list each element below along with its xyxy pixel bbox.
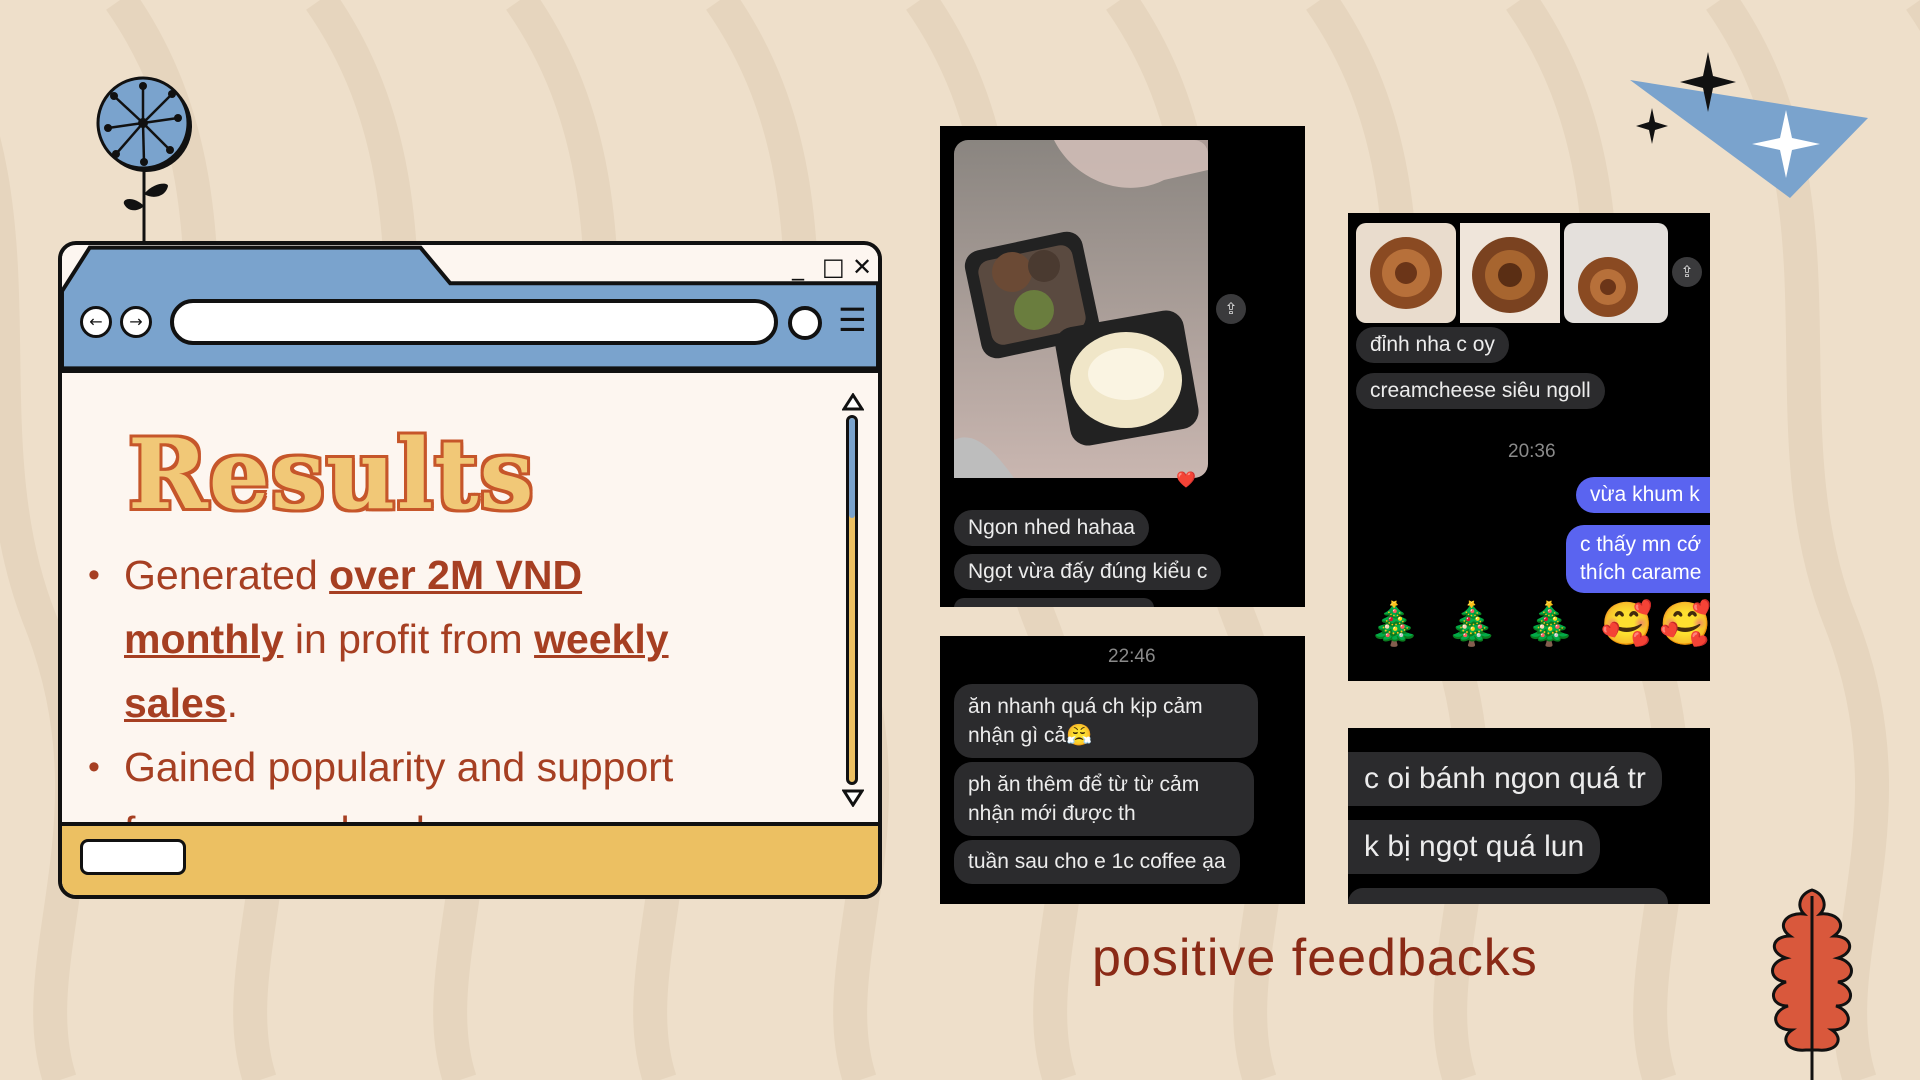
results-list: Generated over 2M VND monthly in profit … bbox=[84, 543, 724, 863]
forward-arrow-icon[interactable]: → bbox=[120, 306, 152, 338]
food-photo bbox=[954, 140, 1208, 478]
scroll-down-icon[interactable] bbox=[842, 789, 864, 807]
address-bar[interactable] bbox=[170, 299, 778, 345]
message-bubble: c oi bánh ngon quá tr bbox=[1348, 752, 1662, 806]
window-content: Results Generated over 2M VND monthly in… bbox=[62, 369, 878, 854]
circle-button[interactable] bbox=[788, 306, 822, 340]
scroll-up-icon[interactable] bbox=[842, 393, 864, 411]
heart-icon: ❤️ bbox=[1176, 470, 1196, 489]
back-arrow-icon[interactable]: ← bbox=[80, 306, 112, 338]
message-bubble: ăn nhanh quá ch kịp cảm nhận gì cả😤 bbox=[954, 684, 1258, 758]
message-bubble-sent: c thấy mn cớ thích carame bbox=[1566, 525, 1710, 593]
browser-window: _ □ ✕ ← → ☰ Results Generated over 2M VN… bbox=[58, 241, 882, 899]
share-icon[interactable]: ⇪ bbox=[1672, 257, 1702, 287]
maximize-icon[interactable]: □ bbox=[822, 253, 845, 281]
message-bubble: Ngon nhed hahaa bbox=[954, 510, 1149, 546]
scrollbar-thumb[interactable] bbox=[849, 418, 855, 518]
message-bubble: Ngọt vừa đấy đúng kiểu c bbox=[954, 554, 1222, 590]
timestamp: 20:36 bbox=[1508, 441, 1556, 462]
message-bubble-cut bbox=[1348, 888, 1668, 904]
menu-icon[interactable]: ☰ bbox=[838, 301, 867, 339]
scrollbar[interactable] bbox=[846, 415, 858, 785]
minimize-icon[interactable]: _ bbox=[792, 253, 804, 281]
flower-icon bbox=[96, 76, 192, 242]
message-bubble-sent: vừa khum k bbox=[1576, 477, 1710, 513]
feedback-caption: positive feedbacks bbox=[1092, 929, 1538, 987]
message-bubble: creamcheese siêu ngoll bbox=[1356, 373, 1605, 409]
message-bubble: ph ăn thêm để từ từ cảm nhận mới được th bbox=[954, 762, 1254, 836]
emoji-reactions: 🎄 🎄 🎄 🥰🥰🥰 bbox=[1368, 599, 1710, 648]
cinnamon-roll-photos bbox=[1356, 223, 1668, 323]
feedback-screenshot-1: ⇪ ❤️ Ngon nhed hahaa Ngọt vừa đấy đúng k… bbox=[940, 126, 1305, 607]
feedback-screenshot-3: 22:46 ăn nhanh quá ch kịp cảm nhận gì cả… bbox=[940, 636, 1305, 904]
feedback-screenshot-2: ⇪ đỉnh nha c oy creamcheese siêu ngoll 2… bbox=[1348, 213, 1710, 681]
results-bullet-profit: Generated over 2M VND monthly in profit … bbox=[84, 543, 724, 735]
leaf-icon bbox=[1771, 888, 1853, 1080]
share-icon[interactable]: ⇪ bbox=[1216, 294, 1246, 324]
close-icon[interactable]: ✕ bbox=[852, 253, 872, 281]
message-bubble: tuần sau cho e 1c coffee ạa bbox=[954, 840, 1240, 884]
feedback-screenshot-4: c oi bánh ngon quá tr k bị ngọt quá lun bbox=[1348, 728, 1710, 904]
sparkle-star-icon bbox=[1630, 52, 1868, 198]
results-title: Results bbox=[128, 418, 535, 531]
timestamp: 22:46 bbox=[1108, 646, 1156, 667]
message-bubble-cut bbox=[954, 598, 1154, 607]
message-bubble: đỉnh nha c oy bbox=[1356, 327, 1509, 363]
window-footer bbox=[62, 822, 878, 895]
message-bubble: k bị ngọt quá lun bbox=[1348, 820, 1601, 874]
footer-button[interactable] bbox=[80, 839, 186, 875]
